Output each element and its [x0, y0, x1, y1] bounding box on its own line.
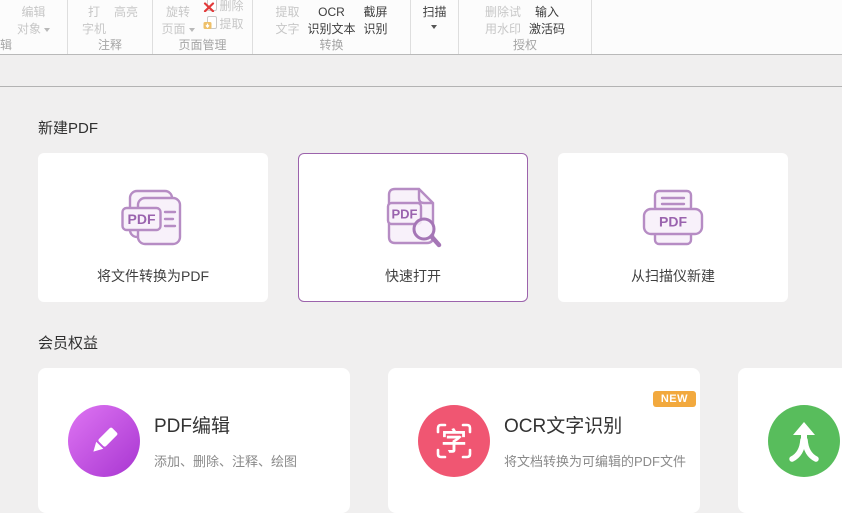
- benefit-subtitle: 添加、删除、注释、绘图: [154, 451, 297, 470]
- chevron-down-icon: [44, 28, 50, 32]
- extract-page-icon: [203, 16, 217, 30]
- group-label-pages: 页面管理: [153, 39, 252, 54]
- highlight-label: 高亮: [114, 4, 138, 21]
- section-title-new-pdf: 新建PDF: [38, 117, 842, 138]
- document-tab-strip: [0, 55, 842, 87]
- remove-watermark-label-line2: 用水印: [485, 21, 521, 38]
- ribbon-group-comment: 打 字机 高亮 注释: [68, 0, 153, 54]
- delete-page-button[interactable]: 删除: [203, 0, 244, 14]
- ocr-recognize-button[interactable]: OCR 识别文本: [307, 0, 355, 38]
- card-new-from-scanner[interactable]: PDF 从扫描仪新建: [558, 153, 788, 302]
- card-pdf-edit[interactable]: PDF编辑 添加、删除、注释、绘图: [38, 368, 350, 513]
- pdf-convert-icon: PDF: [121, 188, 185, 248]
- ocr-label-line2: 识别文本: [307, 21, 355, 38]
- merge-arrow-icon: [768, 405, 840, 477]
- rotate-pages-label-line1: 旋转: [166, 4, 190, 21]
- delete-page-label: 删除: [220, 0, 244, 14]
- pdf-scanner-icon: PDF: [641, 188, 705, 248]
- typewriter-label-line1: 打: [88, 4, 100, 21]
- extract-text-label-line1: 提取: [275, 4, 299, 21]
- card-label: 快速打开: [385, 266, 441, 286]
- activation-code-label-line2: 激活码: [529, 21, 565, 38]
- group-label-scan: [411, 39, 458, 54]
- ribbon-group-license: 删除试 用水印 输入 激活码 授权: [459, 0, 592, 54]
- benefit-subtitle: 将文档转换为可编辑的PDF文件: [504, 451, 686, 470]
- svg-text:PDF: PDF: [392, 207, 418, 222]
- card-quick-open[interactable]: PDF 快速打开: [298, 153, 528, 302]
- benefits-card-row: PDF编辑 添加、删除、注释、绘图 NEW 字: [38, 368, 842, 513]
- rotate-pages-label-line2: 页面: [161, 21, 185, 38]
- screenshot-ocr-label-line2: 识别: [364, 21, 388, 38]
- ribbon-group-convert: 提取 文字 OCR 识别文本 截屏 识别 转换: [253, 0, 411, 54]
- group-label-convert: 转换: [253, 39, 410, 54]
- chevron-down-icon: [189, 28, 195, 32]
- scan-button[interactable]: 扫描: [422, 0, 446, 29]
- pdf-open-icon: PDF: [382, 188, 444, 248]
- ribbon-group-scan: 扫描: [411, 0, 459, 54]
- screenshot-ocr-label-line1: 截屏: [364, 4, 388, 21]
- new-badge: NEW: [653, 391, 696, 407]
- card-merge-clipped[interactable]: [738, 368, 842, 513]
- benefit-title: PDF编辑: [154, 411, 297, 438]
- card-label: 从扫描仪新建: [631, 266, 715, 286]
- extract-page-label: 提取: [220, 15, 244, 32]
- edit-object-label-line1: 编辑: [21, 4, 45, 21]
- highlight-button[interactable]: 高亮: [114, 0, 138, 21]
- remove-watermark-button[interactable]: 删除试 用水印: [485, 0, 521, 38]
- group-label-edit: 辑: [0, 39, 67, 54]
- edit-object-label-line2: 对象: [17, 21, 41, 38]
- ribbon-group-pages: 旋转 页面 删除: [153, 0, 253, 54]
- card-ocr-recognition[interactable]: NEW 字 OCR文字识别 将文档转换为可编辑的PDF文件: [388, 368, 700, 513]
- ocr-label-line1: OCR: [318, 4, 345, 21]
- extract-page-button[interactable]: 提取: [203, 14, 244, 32]
- screenshot-ocr-button[interactable]: 截屏 识别: [364, 0, 388, 38]
- ribbon-empty-space: [592, 0, 842, 54]
- group-label-comment: 注释: [68, 39, 152, 54]
- typewriter-label-line2: 字机: [82, 21, 106, 38]
- ocr-character-icon: 字: [418, 405, 490, 477]
- start-page: 新建PDF PDF 将文件转换为PDF: [0, 87, 842, 513]
- edit-object-button[interactable]: 编辑 对象: [17, 0, 50, 38]
- typewriter-button[interactable]: 打 字机: [82, 0, 106, 38]
- ribbon-toolbar: 编辑 对象 辑 打 字机 高亮 注释 旋转 页面: [0, 0, 842, 55]
- section-title-benefits: 会员权益: [38, 332, 842, 353]
- scan-label: 扫描: [422, 4, 446, 21]
- extract-text-button[interactable]: 提取 文字: [275, 0, 299, 38]
- chevron-down-icon: [431, 25, 437, 29]
- activation-code-label-line1: 输入: [535, 4, 559, 21]
- benefit-title: OCR文字识别: [504, 411, 686, 438]
- svg-text:PDF: PDF: [128, 211, 156, 227]
- card-label: 将文件转换为PDF: [97, 266, 209, 286]
- ribbon-group-edit: 编辑 对象 辑: [0, 0, 68, 54]
- svg-text:PDF: PDF: [659, 214, 687, 230]
- activation-code-button[interactable]: 输入 激活码: [529, 0, 565, 38]
- rotate-pages-button[interactable]: 旋转 页面: [161, 0, 194, 38]
- new-pdf-card-row: PDF 将文件转换为PDF PDF 快速打开: [38, 153, 842, 302]
- group-label-license: 授权: [459, 39, 591, 54]
- pencil-icon: [68, 405, 140, 477]
- delete-page-icon: [203, 0, 217, 12]
- remove-watermark-label-line1: 删除试: [485, 4, 521, 21]
- extract-text-label-line2: 文字: [275, 21, 299, 38]
- app-window: 编辑 对象 辑 打 字机 高亮 注释 旋转 页面: [0, 0, 842, 513]
- svg-text:字: 字: [441, 427, 466, 456]
- card-convert-to-pdf[interactable]: PDF 将文件转换为PDF: [38, 153, 268, 302]
